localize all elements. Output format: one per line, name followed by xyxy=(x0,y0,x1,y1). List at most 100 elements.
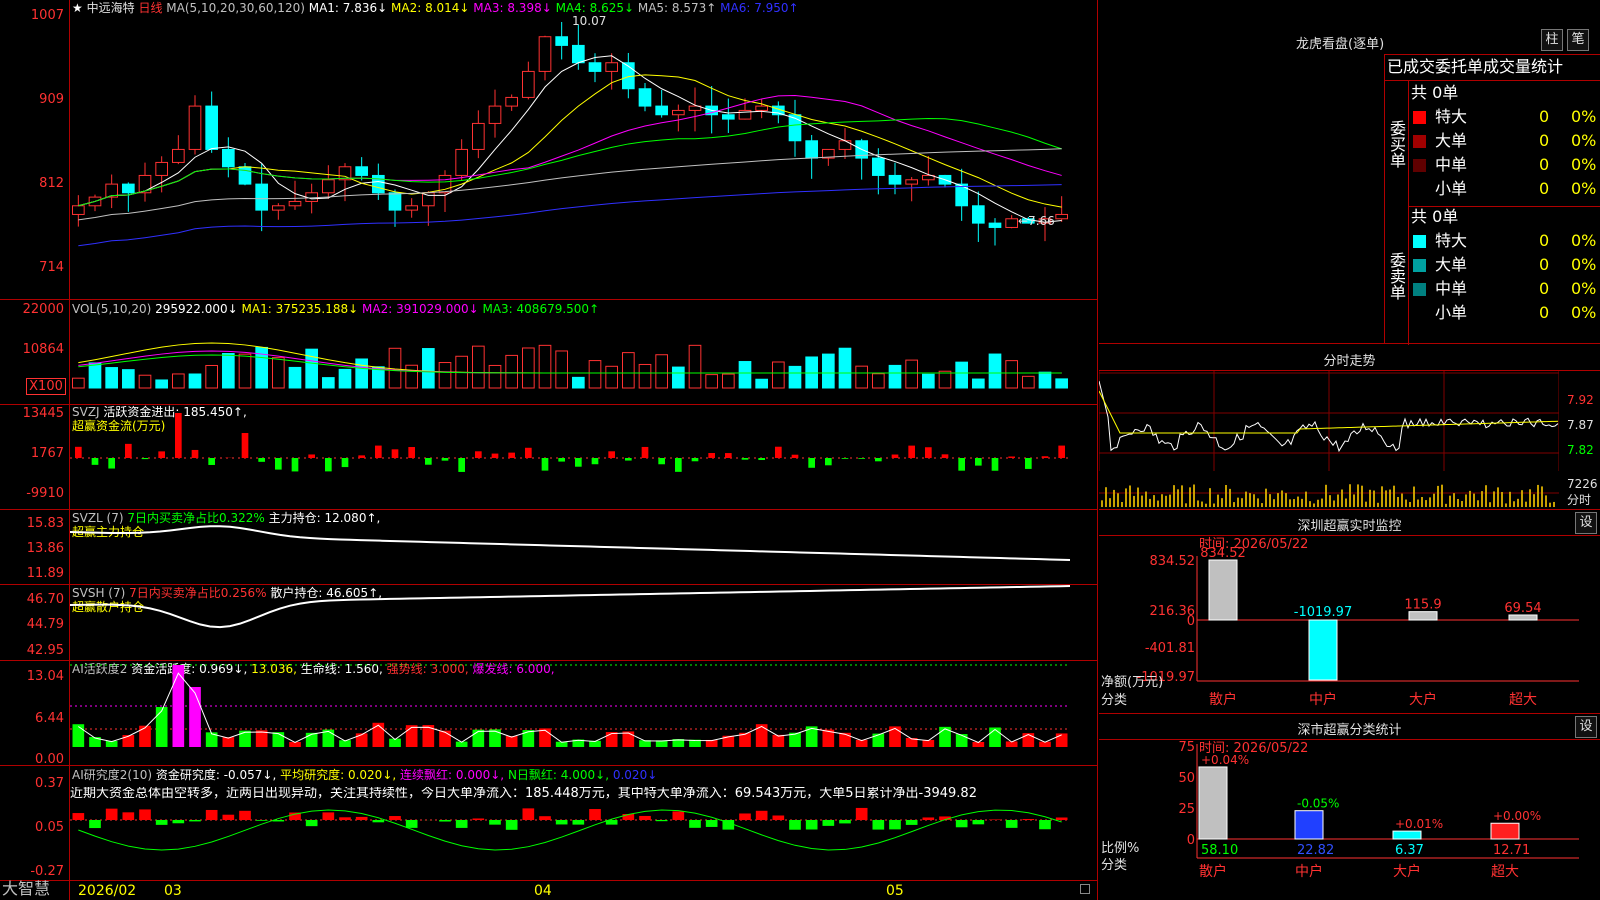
svsh-axis-label: 42.95 xyxy=(26,643,64,658)
candle-body xyxy=(155,161,169,176)
research-bar xyxy=(689,820,701,828)
order-row: 中单 0 0% xyxy=(1409,277,1600,301)
flow-bar xyxy=(525,447,532,458)
volume-bar xyxy=(638,363,652,389)
category-label: 中户 xyxy=(1309,691,1337,708)
tick-volume-bar xyxy=(1249,493,1251,507)
price-axis-label: 1007 xyxy=(30,8,64,23)
flow-bar xyxy=(308,454,315,458)
color-swatch xyxy=(1413,235,1426,248)
tick-volume-bar xyxy=(1305,491,1307,507)
chart-area[interactable]: 1007 909 812 714 ★ 中远海特 日线 MA(5,10,20,30… xyxy=(0,0,1098,900)
candle-body xyxy=(205,105,218,150)
net-amount-chart[interactable]: 834.52216.360-401.81-1019.97净额(万元)分类834.… xyxy=(1099,536,1600,714)
research-bar xyxy=(905,820,918,825)
tick-volume-bar xyxy=(1505,503,1507,507)
tick-volume-bar xyxy=(1489,502,1491,507)
tick-volume-bar xyxy=(1377,502,1379,507)
volume-bar xyxy=(355,358,369,389)
tick-volume-bar xyxy=(1281,490,1283,507)
bar-view-button[interactable]: 柱 xyxy=(1541,29,1563,51)
research-bar xyxy=(339,817,351,820)
ai-research-axis-label: 0.37 xyxy=(35,776,64,791)
color-swatch xyxy=(1413,259,1426,272)
flow-bar xyxy=(1008,456,1015,458)
svsh-axis-label: 44.79 xyxy=(26,617,64,632)
period-label[interactable]: 日线 xyxy=(138,1,162,15)
order-size-label: 特大 xyxy=(1435,107,1468,126)
flow-bar xyxy=(1058,445,1065,458)
lock-icon[interactable] xyxy=(1080,884,1090,894)
ma-line xyxy=(78,184,1062,247)
pane-separator xyxy=(0,880,1098,881)
tick-view-button[interactable]: 笔 xyxy=(1567,29,1589,51)
volume-bar xyxy=(822,353,835,389)
y-axis-title: 净额(万元) xyxy=(1101,675,1163,690)
order-total: 共 0单 xyxy=(1411,83,1459,102)
tick-volume-bar xyxy=(1117,493,1119,507)
tick-volume-bar xyxy=(1237,497,1239,507)
main-holding-chart[interactable] xyxy=(70,510,1098,584)
tick-volume-bar xyxy=(1285,493,1287,507)
classify-settings-button[interactable]: 设 xyxy=(1575,716,1597,738)
tick-volume-bar xyxy=(1273,499,1275,507)
bar-value-label: 69.54 xyxy=(1504,601,1541,616)
volume-bar xyxy=(738,361,752,389)
classify-axis-label: 25 xyxy=(1178,802,1195,817)
tick-volume-bar xyxy=(1353,494,1355,507)
order-row: 中单 0 0% xyxy=(1409,153,1600,177)
retail-holding-chart[interactable] xyxy=(70,585,1098,660)
research-bar xyxy=(889,820,901,830)
flow-bar xyxy=(741,458,749,460)
order-percent: 0% xyxy=(1571,303,1597,322)
bar-value-label: 22.82 xyxy=(1297,843,1334,858)
category-label: 散户 xyxy=(1209,691,1237,708)
research-bar xyxy=(1055,817,1068,820)
ratio-chart[interactable]: 75 50 25 0 比例% 分类 58.10 +0.04% 散户 22.82 -0.05% 中户 6.… xyxy=(1099,740,1600,900)
candle-body xyxy=(722,114,735,120)
ai-activity-chart[interactable] xyxy=(70,661,1098,765)
tick-volume-bar xyxy=(1421,496,1423,507)
intraday-chart[interactable] xyxy=(1099,371,1559,509)
tick-volume-bar xyxy=(1293,499,1295,507)
price-axis-label: 714 xyxy=(39,260,64,275)
monitor-settings-button[interactable]: 设 xyxy=(1575,512,1597,534)
vol-header: VOL(5,10,20) 295922.000↓ MA1: 375235.188… xyxy=(72,302,599,316)
fund-flow-chart[interactable] xyxy=(70,406,1098,508)
tick-volume-bar xyxy=(1549,502,1551,507)
color-swatch xyxy=(1413,111,1426,124)
activity-bar xyxy=(505,736,518,747)
tick-volume-bar xyxy=(1121,502,1123,507)
candlestick-chart[interactable] xyxy=(70,16,1098,299)
activity-bar xyxy=(1022,733,1035,747)
tick-volume-bar xyxy=(1101,500,1103,507)
tick-volume-bar xyxy=(1197,500,1199,507)
flow-bar xyxy=(391,449,399,458)
activity-bar xyxy=(772,734,785,747)
date-label: 04 xyxy=(534,883,552,899)
vol-unit-label[interactable]: X100 xyxy=(26,378,66,395)
date-label: 05 xyxy=(886,883,904,899)
flow-bar xyxy=(625,458,632,461)
volume-bar xyxy=(788,365,802,389)
candle-body xyxy=(188,105,202,150)
tick-volume-bar xyxy=(1493,491,1495,507)
bar-change-label: +0.00% xyxy=(1493,809,1541,823)
candle-body xyxy=(522,70,535,98)
svzj-axis-label: 13445 xyxy=(22,406,64,421)
color-swatch xyxy=(1413,135,1426,148)
star-icon[interactable]: ★ xyxy=(72,1,83,15)
volume-chart[interactable] xyxy=(70,318,1098,398)
research-bar xyxy=(972,820,985,825)
candle-body xyxy=(238,166,252,185)
activity-bar xyxy=(239,730,251,747)
holding-line xyxy=(70,585,1071,629)
activity-bar xyxy=(155,707,168,747)
research-bar xyxy=(522,808,535,820)
order-stats-tab[interactable]: 已成交委托单成交量统计 xyxy=(1385,55,1600,81)
ai-research-chart[interactable] xyxy=(70,766,1098,880)
tick-volume-bar xyxy=(1381,486,1383,507)
volume-bar xyxy=(188,373,202,389)
tick-volume-bar xyxy=(1497,487,1499,507)
tick-volume-bar xyxy=(1401,493,1403,507)
